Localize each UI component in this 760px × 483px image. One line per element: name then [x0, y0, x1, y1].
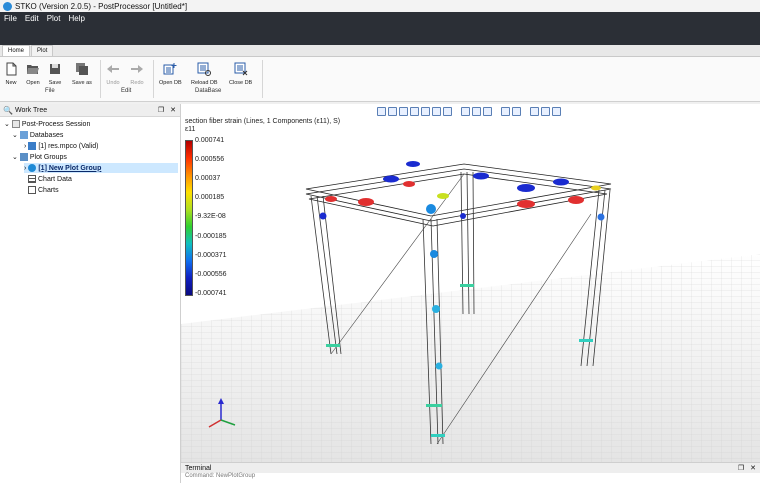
menu-file[interactable]: File	[4, 14, 17, 23]
tree-node-chart-data[interactable]: Chart Data	[28, 175, 72, 183]
ribbon-separator	[100, 60, 101, 98]
close-panel-icon[interactable]: ✕	[750, 464, 756, 472]
menu-bar: File Edit Plot Help	[0, 12, 760, 45]
new-file-icon	[6, 62, 17, 76]
chevron-right-icon[interactable]: ›	[24, 165, 26, 172]
work-tree-title: Work Tree	[14, 106, 48, 114]
redo-button[interactable]: Redo	[130, 62, 144, 86]
new-button[interactable]: New	[4, 62, 18, 86]
save-icon	[50, 64, 60, 74]
close-panel-icon[interactable]: ✕	[170, 106, 176, 114]
menu-plot[interactable]: Plot	[47, 14, 61, 23]
terminal-header: Terminal ❐ ✕	[181, 463, 760, 473]
tree-node-plot-groups[interactable]: ⌄ Plot Groups	[12, 153, 67, 161]
database-folder-icon	[19, 131, 28, 139]
database-file-icon	[28, 142, 37, 150]
tab-home[interactable]: Home	[2, 45, 31, 56]
edit-group-label: Edit	[121, 88, 132, 94]
ribbon: New Open Save Save as File Undo Redo Edi…	[0, 57, 760, 102]
work-tree-header: 🔍 Work Tree ❐ ✕	[0, 104, 180, 117]
ribbon-separator	[153, 60, 154, 98]
chevron-down-icon[interactable]: ⌄	[4, 120, 10, 128]
frame-beams	[305, 163, 612, 227]
undo-button[interactable]: Undo	[106, 62, 120, 86]
ribbon-tabs: Home Plot	[0, 45, 760, 57]
plot-group-icon	[28, 164, 37, 172]
reload-database-icon	[197, 62, 212, 76]
3d-viewport[interactable]: section fiber strain (Lines, 1 Component…	[181, 104, 760, 462]
save-as-icon	[75, 63, 88, 75]
chart-icon	[28, 186, 36, 194]
open-button[interactable]: Open	[26, 62, 40, 86]
frame-model[interactable]	[181, 104, 760, 462]
open-database-icon	[163, 63, 177, 75]
tree-node-plot-group-item[interactable]: › [1] New Plot Group	[24, 163, 178, 173]
table-icon	[28, 175, 36, 183]
plot-groups-icon	[19, 153, 28, 161]
tree-node-db-item[interactable]: › [1] res.mpco (Valid)	[24, 142, 99, 150]
float-panel-icon[interactable]: ❐	[738, 464, 744, 472]
file-group-label: File	[45, 88, 55, 94]
work-tree-panel: 🔍 Work Tree ❐ ✕ ⌄ Post-Process Session ⌄…	[0, 104, 181, 483]
tree-panel-icon: 🔍	[3, 105, 13, 115]
undo-arrow-icon	[107, 65, 119, 73]
terminal-title: Terminal	[185, 464, 212, 472]
terminal-output: Command: NewPlotGroup	[185, 473, 256, 479]
menu-edit[interactable]: Edit	[25, 14, 39, 23]
tree-node-databases[interactable]: ⌄ Databases	[12, 131, 63, 139]
window-title: STKO (Version 2.0.5) - PostProcessor [Un…	[15, 1, 188, 11]
save-as-button[interactable]: Save as	[72, 62, 92, 86]
terminal-panel: Terminal ❐ ✕ Command: NewPlotGroup	[181, 462, 760, 483]
float-panel-icon[interactable]: ❐	[158, 106, 164, 114]
ribbon-separator	[262, 60, 263, 98]
chevron-down-icon[interactable]: ⌄	[12, 153, 18, 161]
menu-help[interactable]: Help	[68, 14, 84, 23]
close-database-icon	[234, 62, 247, 76]
tab-plot[interactable]: Plot	[31, 45, 54, 56]
save-button[interactable]: Save	[48, 62, 62, 86]
folder-open-icon	[27, 65, 39, 74]
session-icon	[11, 120, 20, 128]
title-bar: STKO (Version 2.0.5) - PostProcessor [Un…	[0, 0, 760, 12]
tree-node-session[interactable]: ⌄ Post-Process Session	[4, 120, 90, 128]
redo-arrow-icon	[131, 65, 143, 73]
reload-db-button[interactable]: Reload DB	[191, 62, 218, 86]
tree-node-charts[interactable]: Charts	[28, 186, 59, 194]
app-logo-icon	[3, 1, 12, 11]
close-db-button[interactable]: Close DB	[229, 62, 252, 86]
chevron-down-icon[interactable]: ⌄	[12, 131, 18, 139]
open-db-button[interactable]: Open DB	[159, 62, 182, 86]
chevron-right-icon[interactable]: ›	[24, 143, 26, 150]
database-group-label: DataBase	[195, 88, 222, 94]
